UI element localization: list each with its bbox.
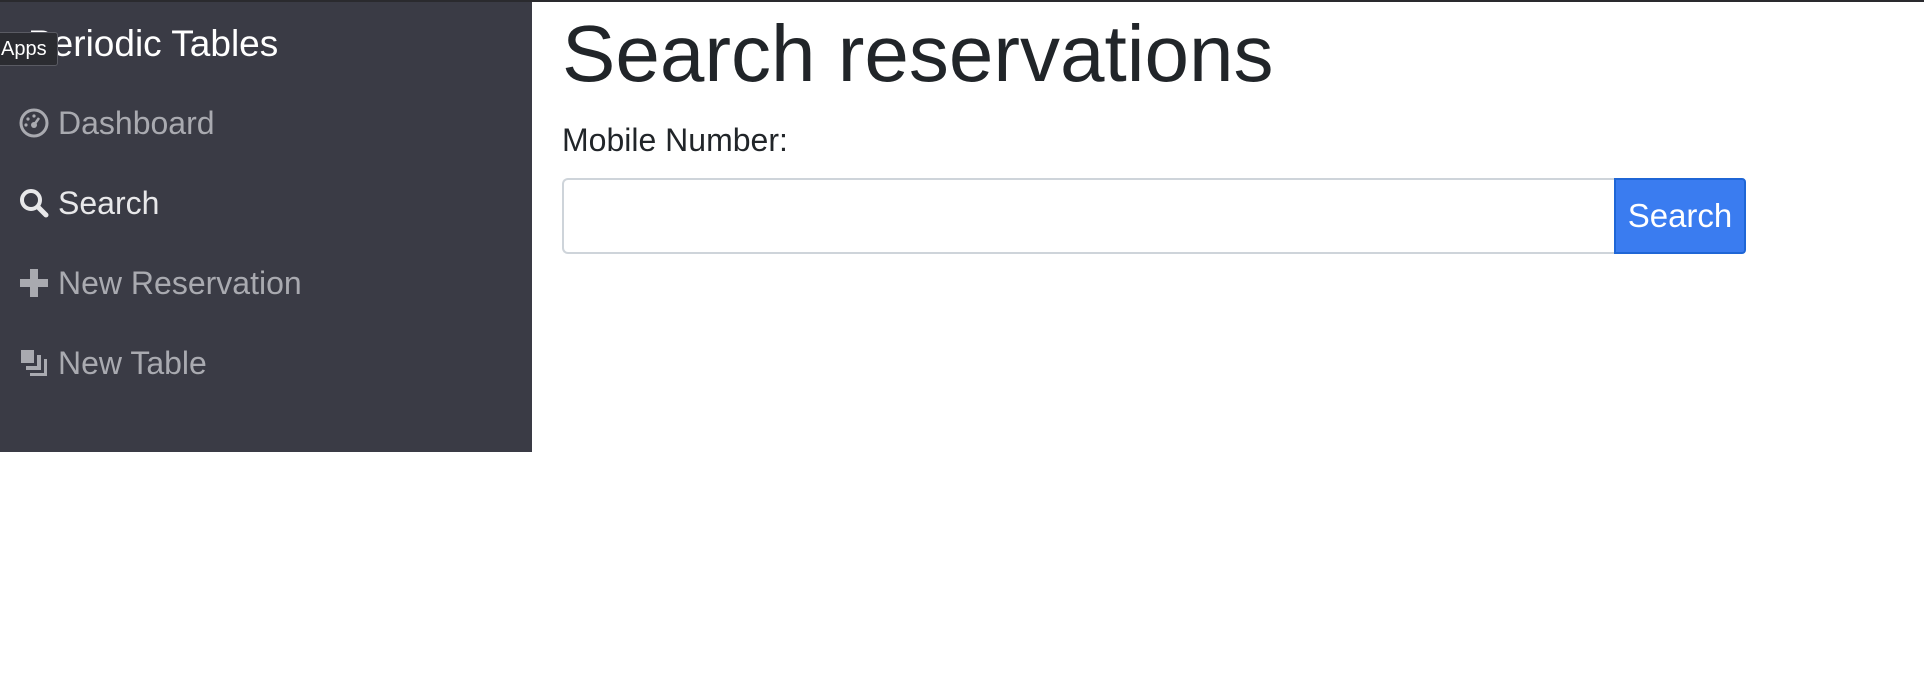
sidebar-item-label: New Reservation <box>58 265 302 301</box>
table-icon <box>16 345 52 381</box>
dashboard-icon <box>16 105 52 141</box>
search-icon <box>16 185 52 221</box>
page-title: Search reservations <box>562 9 1274 98</box>
sidebar-item-dashboard[interactable]: Dashboard <box>16 101 215 145</box>
sidebar-item-label: Dashboard <box>58 105 215 141</box>
search-button[interactable]: Search <box>1614 178 1746 254</box>
brand-title[interactable]: Periodic Tables <box>28 20 278 68</box>
mobile-number-label: Mobile Number: <box>562 122 788 158</box>
sidebar-item-label: New Table <box>58 345 207 381</box>
apps-tooltip: Apps <box>0 32 58 66</box>
sidebar-item-label: Search <box>58 185 160 221</box>
search-form: Search <box>562 178 1746 254</box>
sidebar-item-new-table[interactable]: New Table <box>16 341 207 385</box>
plus-icon <box>16 265 52 301</box>
sidebar: Periodic Tables Apps Dashboard Search Ne… <box>0 2 532 452</box>
sidebar-item-search[interactable]: Search <box>16 181 159 225</box>
sidebar-item-new-reservation[interactable]: New Reservation <box>16 261 302 305</box>
mobile-number-input[interactable] <box>562 178 1614 254</box>
